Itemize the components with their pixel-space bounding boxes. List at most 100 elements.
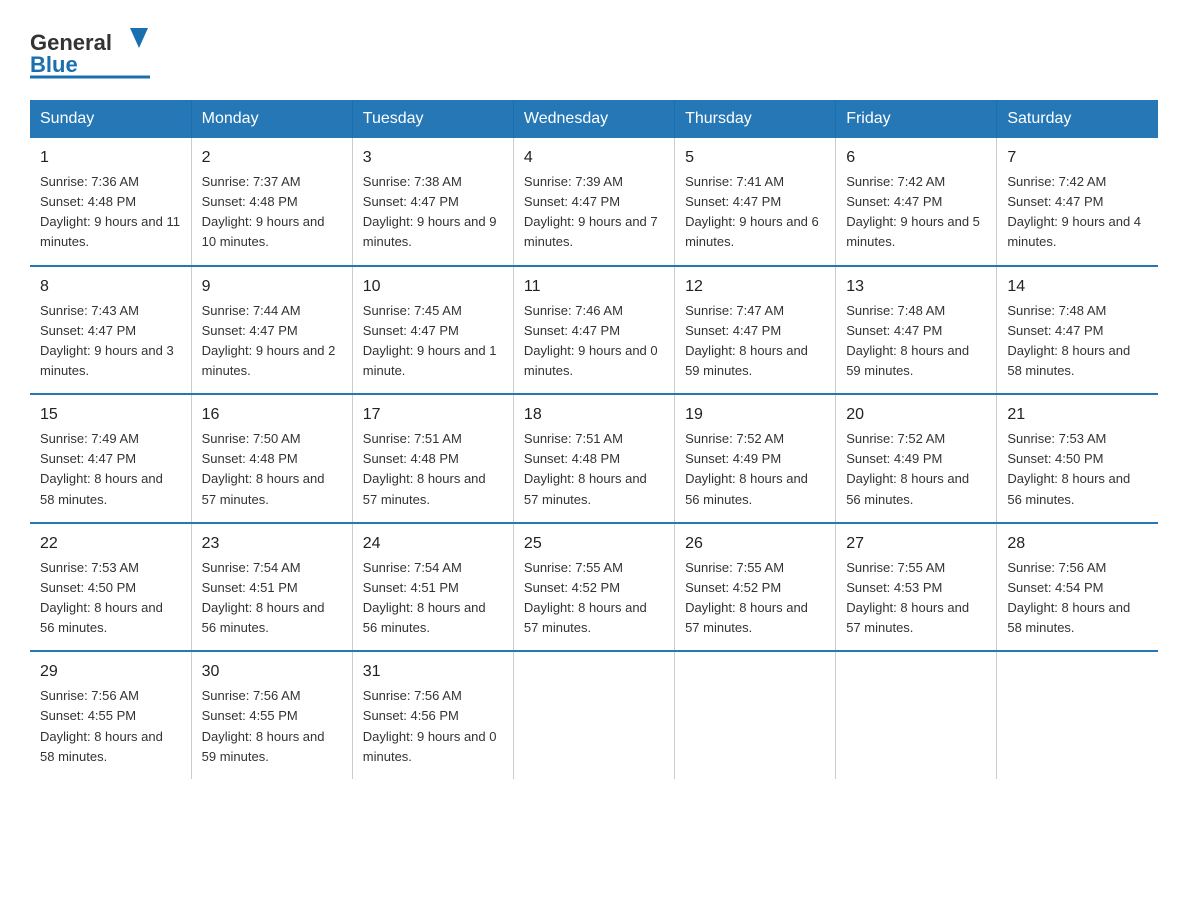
page-header: General Blue: [30, 20, 1158, 80]
day-info: Sunrise: 7:47 AMSunset: 4:47 PMDaylight:…: [685, 301, 825, 382]
day-number: 7: [1007, 146, 1148, 170]
calendar-week-row: 15Sunrise: 7:49 AMSunset: 4:47 PMDayligh…: [30, 394, 1158, 523]
day-info: Sunrise: 7:50 AMSunset: 4:48 PMDaylight:…: [202, 429, 342, 510]
calendar-cell: 1Sunrise: 7:36 AMSunset: 4:48 PMDaylight…: [30, 138, 191, 266]
weekday-header: Friday: [836, 100, 997, 138]
day-number: 24: [363, 532, 503, 556]
day-number: 12: [685, 275, 825, 299]
day-info: Sunrise: 7:55 AMSunset: 4:52 PMDaylight:…: [524, 558, 664, 639]
day-info: Sunrise: 7:53 AMSunset: 4:50 PMDaylight:…: [1007, 429, 1148, 510]
day-info: Sunrise: 7:56 AMSunset: 4:56 PMDaylight:…: [363, 686, 503, 767]
day-number: 20: [846, 403, 986, 427]
calendar-cell: [997, 651, 1158, 779]
day-number: 10: [363, 275, 503, 299]
day-number: 31: [363, 660, 503, 684]
day-info: Sunrise: 7:51 AMSunset: 4:48 PMDaylight:…: [524, 429, 664, 510]
calendar-cell: 13Sunrise: 7:48 AMSunset: 4:47 PMDayligh…: [836, 266, 997, 395]
day-number: 6: [846, 146, 986, 170]
day-number: 1: [40, 146, 181, 170]
day-number: 28: [1007, 532, 1148, 556]
calendar-cell: 16Sunrise: 7:50 AMSunset: 4:48 PMDayligh…: [191, 394, 352, 523]
day-number: 25: [524, 532, 664, 556]
logo-svg: General Blue: [30, 20, 150, 80]
calendar-week-row: 1Sunrise: 7:36 AMSunset: 4:48 PMDaylight…: [30, 138, 1158, 266]
calendar-cell: 3Sunrise: 7:38 AMSunset: 4:47 PMDaylight…: [352, 138, 513, 266]
day-number: 29: [40, 660, 181, 684]
calendar-week-row: 22Sunrise: 7:53 AMSunset: 4:50 PMDayligh…: [30, 523, 1158, 652]
day-info: Sunrise: 7:49 AMSunset: 4:47 PMDaylight:…: [40, 429, 181, 510]
day-info: Sunrise: 7:43 AMSunset: 4:47 PMDaylight:…: [40, 301, 181, 382]
day-info: Sunrise: 7:56 AMSunset: 4:55 PMDaylight:…: [202, 686, 342, 767]
calendar-table: SundayMondayTuesdayWednesdayThursdayFrid…: [30, 100, 1158, 779]
calendar-cell: 10Sunrise: 7:45 AMSunset: 4:47 PMDayligh…: [352, 266, 513, 395]
calendar-cell: 17Sunrise: 7:51 AMSunset: 4:48 PMDayligh…: [352, 394, 513, 523]
weekday-header: Sunday: [30, 100, 191, 138]
calendar-cell: [836, 651, 997, 779]
day-info: Sunrise: 7:46 AMSunset: 4:47 PMDaylight:…: [524, 301, 664, 382]
day-number: 16: [202, 403, 342, 427]
svg-text:Blue: Blue: [30, 52, 78, 77]
calendar-cell: [513, 651, 674, 779]
day-info: Sunrise: 7:52 AMSunset: 4:49 PMDaylight:…: [846, 429, 986, 510]
calendar-cell: 18Sunrise: 7:51 AMSunset: 4:48 PMDayligh…: [513, 394, 674, 523]
day-info: Sunrise: 7:42 AMSunset: 4:47 PMDaylight:…: [1007, 172, 1148, 253]
day-info: Sunrise: 7:48 AMSunset: 4:47 PMDaylight:…: [846, 301, 986, 382]
day-number: 14: [1007, 275, 1148, 299]
day-info: Sunrise: 7:37 AMSunset: 4:48 PMDaylight:…: [202, 172, 342, 253]
weekday-header: Tuesday: [352, 100, 513, 138]
calendar-cell: 8Sunrise: 7:43 AMSunset: 4:47 PMDaylight…: [30, 266, 191, 395]
day-number: 22: [40, 532, 181, 556]
calendar-cell: 27Sunrise: 7:55 AMSunset: 4:53 PMDayligh…: [836, 523, 997, 652]
day-info: Sunrise: 7:51 AMSunset: 4:48 PMDaylight:…: [363, 429, 503, 510]
day-number: 30: [202, 660, 342, 684]
day-info: Sunrise: 7:56 AMSunset: 4:55 PMDaylight:…: [40, 686, 181, 767]
day-number: 23: [202, 532, 342, 556]
calendar-cell: 14Sunrise: 7:48 AMSunset: 4:47 PMDayligh…: [997, 266, 1158, 395]
calendar-cell: 11Sunrise: 7:46 AMSunset: 4:47 PMDayligh…: [513, 266, 674, 395]
calendar-cell: 19Sunrise: 7:52 AMSunset: 4:49 PMDayligh…: [675, 394, 836, 523]
day-number: 5: [685, 146, 825, 170]
day-info: Sunrise: 7:55 AMSunset: 4:53 PMDaylight:…: [846, 558, 986, 639]
calendar-cell: 22Sunrise: 7:53 AMSunset: 4:50 PMDayligh…: [30, 523, 191, 652]
calendar-cell: 7Sunrise: 7:42 AMSunset: 4:47 PMDaylight…: [997, 138, 1158, 266]
day-number: 19: [685, 403, 825, 427]
day-info: Sunrise: 7:48 AMSunset: 4:47 PMDaylight:…: [1007, 301, 1148, 382]
calendar-cell: 24Sunrise: 7:54 AMSunset: 4:51 PMDayligh…: [352, 523, 513, 652]
weekday-header: Monday: [191, 100, 352, 138]
day-info: Sunrise: 7:52 AMSunset: 4:49 PMDaylight:…: [685, 429, 825, 510]
calendar-cell: 20Sunrise: 7:52 AMSunset: 4:49 PMDayligh…: [836, 394, 997, 523]
day-info: Sunrise: 7:45 AMSunset: 4:47 PMDaylight:…: [363, 301, 503, 382]
calendar-week-row: 29Sunrise: 7:56 AMSunset: 4:55 PMDayligh…: [30, 651, 1158, 779]
day-number: 17: [363, 403, 503, 427]
day-number: 13: [846, 275, 986, 299]
day-info: Sunrise: 7:38 AMSunset: 4:47 PMDaylight:…: [363, 172, 503, 253]
weekday-header: Saturday: [997, 100, 1158, 138]
calendar-week-row: 8Sunrise: 7:43 AMSunset: 4:47 PMDaylight…: [30, 266, 1158, 395]
calendar-cell: 6Sunrise: 7:42 AMSunset: 4:47 PMDaylight…: [836, 138, 997, 266]
day-number: 27: [846, 532, 986, 556]
logo: General Blue: [30, 20, 150, 80]
calendar-cell: [675, 651, 836, 779]
calendar-cell: 31Sunrise: 7:56 AMSunset: 4:56 PMDayligh…: [352, 651, 513, 779]
day-info: Sunrise: 7:55 AMSunset: 4:52 PMDaylight:…: [685, 558, 825, 639]
day-info: Sunrise: 7:42 AMSunset: 4:47 PMDaylight:…: [846, 172, 986, 253]
day-info: Sunrise: 7:56 AMSunset: 4:54 PMDaylight:…: [1007, 558, 1148, 639]
day-info: Sunrise: 7:54 AMSunset: 4:51 PMDaylight:…: [363, 558, 503, 639]
day-info: Sunrise: 7:44 AMSunset: 4:47 PMDaylight:…: [202, 301, 342, 382]
day-number: 8: [40, 275, 181, 299]
calendar-cell: 26Sunrise: 7:55 AMSunset: 4:52 PMDayligh…: [675, 523, 836, 652]
day-number: 2: [202, 146, 342, 170]
day-info: Sunrise: 7:41 AMSunset: 4:47 PMDaylight:…: [685, 172, 825, 253]
day-number: 18: [524, 403, 664, 427]
weekday-header-row: SundayMondayTuesdayWednesdayThursdayFrid…: [30, 100, 1158, 138]
calendar-cell: 9Sunrise: 7:44 AMSunset: 4:47 PMDaylight…: [191, 266, 352, 395]
calendar-cell: 5Sunrise: 7:41 AMSunset: 4:47 PMDaylight…: [675, 138, 836, 266]
day-info: Sunrise: 7:36 AMSunset: 4:48 PMDaylight:…: [40, 172, 181, 253]
calendar-cell: 23Sunrise: 7:54 AMSunset: 4:51 PMDayligh…: [191, 523, 352, 652]
day-number: 21: [1007, 403, 1148, 427]
calendar-cell: 15Sunrise: 7:49 AMSunset: 4:47 PMDayligh…: [30, 394, 191, 523]
calendar-cell: 21Sunrise: 7:53 AMSunset: 4:50 PMDayligh…: [997, 394, 1158, 523]
day-info: Sunrise: 7:54 AMSunset: 4:51 PMDaylight:…: [202, 558, 342, 639]
calendar-cell: 12Sunrise: 7:47 AMSunset: 4:47 PMDayligh…: [675, 266, 836, 395]
calendar-cell: 25Sunrise: 7:55 AMSunset: 4:52 PMDayligh…: [513, 523, 674, 652]
